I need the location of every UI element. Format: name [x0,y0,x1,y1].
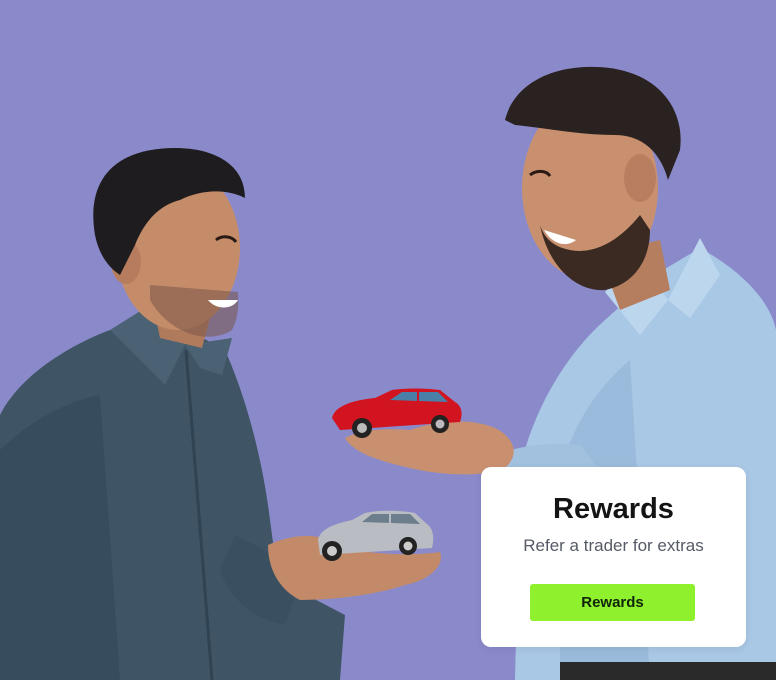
rewards-button[interactable]: Rewards [530,584,695,621]
card-subtitle: Refer a trader for extras [523,536,704,555]
hero-section: Rewards Refer a trader for extras Reward… [0,0,776,680]
rewards-promo-card: Rewards Refer a trader for extras Reward… [481,467,746,647]
card-title: Rewards [553,493,674,525]
